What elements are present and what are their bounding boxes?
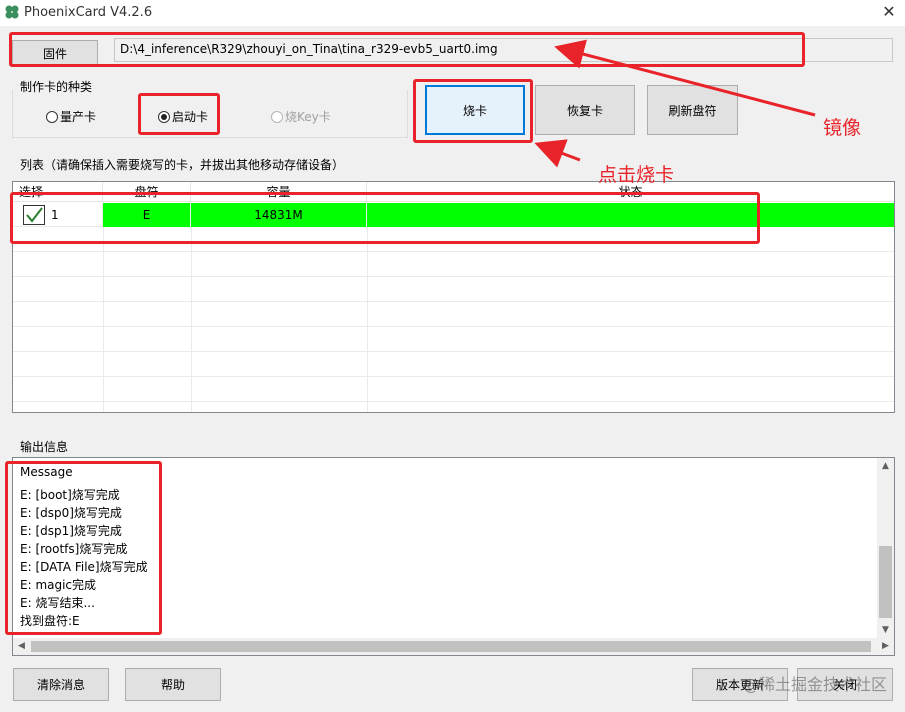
scroll-up-icon[interactable]: ▲ [877,458,894,475]
radio-key-card: 烧Key卡 [271,108,331,125]
close-icon[interactable]: ✕ [879,2,899,22]
list-group-label: 列表（请确保插入需要烧写的卡，并拔出其他移动存储设备） [20,158,345,172]
restore-card-button[interactable]: 恢复卡 [535,85,635,135]
vertical-scrollbar[interactable]: ▲ ▼ [877,458,894,639]
scroll-left-icon[interactable]: ◀ [13,638,30,655]
annotation-box-burn [413,79,533,143]
refresh-drive-button[interactable]: 刷新盘符 [647,85,738,135]
annotation-box-firmware [9,32,805,67]
empty-row [13,303,894,327]
vertical-scroll-thumb[interactable] [879,546,892,618]
annotation-box-row [10,192,760,244]
radio-label: 量产卡 [60,110,97,124]
clear-messages-button[interactable]: 清除消息 [13,668,109,701]
grid-line [103,228,104,412]
grid-line [367,228,368,412]
app-icon [5,5,19,19]
radio-dot [271,110,283,123]
title-bar: PhoenixCard V4.2.6 ✕ [0,0,905,26]
output-group-label: 输出信息 [20,440,69,454]
radio-mass-production[interactable]: 量产卡 [46,108,96,125]
phoenixcard-window: PhoenixCard V4.2.6 ✕ 固件 D:\4_inference\R… [0,0,905,712]
annotation-image-label: 镜像 [823,117,862,139]
scroll-down-icon[interactable]: ▼ [877,622,894,639]
horizontal-scroll-thumb[interactable] [31,641,871,652]
scroll-right-icon[interactable]: ▶ [877,638,894,655]
arrow-to-burn [534,139,581,168]
radio-dot [46,110,58,123]
watermark: @稀土掘金技术社区 [742,675,887,694]
empty-row [13,253,894,277]
empty-row [13,378,894,402]
annotation-box-boot-card [138,93,220,135]
radio-label: 烧Key卡 [285,110,331,124]
annotation-click-label: 点击烧卡 [598,164,675,186]
help-button[interactable]: 帮助 [125,668,221,701]
horizontal-scrollbar[interactable]: ◀ ▶ [13,638,894,655]
grid-line [191,228,192,412]
empty-row [13,328,894,352]
annotation-box-output [5,461,162,635]
window-title: PhoenixCard V4.2.6 [24,5,153,20]
empty-row [13,278,894,302]
empty-row [13,353,894,377]
